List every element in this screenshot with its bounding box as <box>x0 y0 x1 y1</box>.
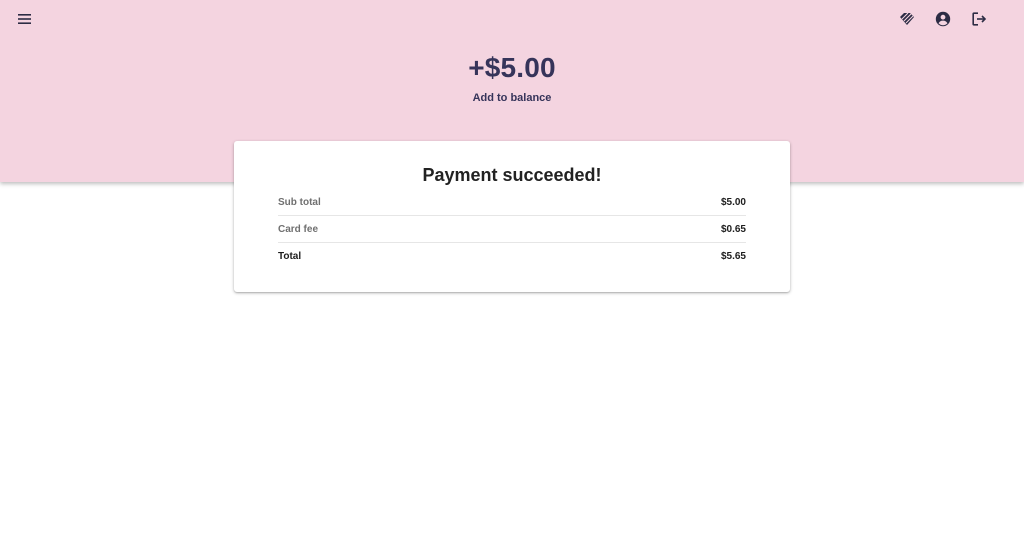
total-label: Total <box>278 251 302 262</box>
receipt-row-card-fee: Card fee $0.65 <box>278 216 746 243</box>
receipt-row-subtotal: Sub total $5.00 <box>278 189 746 216</box>
subtotal-label: Sub total <box>278 196 321 208</box>
account-circle-icon <box>935 11 951 27</box>
menu-button[interactable] <box>13 7 37 31</box>
card-fee-label: Card fee <box>278 223 319 235</box>
receipt-card: Payment succeeded! Sub total $5.00 Card … <box>234 141 790 292</box>
subtotal-value: $5.00 <box>720 196 746 208</box>
account-button[interactable] <box>931 7 955 31</box>
menu-icon <box>18 14 31 24</box>
diamond-icon <box>900 12 914 25</box>
receipt-row-total: Total $5.65 <box>278 243 746 270</box>
logout-button[interactable] <box>967 7 991 31</box>
payment-amount: +$5.00 <box>468 52 556 83</box>
total-value: $5.65 <box>720 251 746 262</box>
card-fee-value: $0.65 <box>720 223 746 235</box>
receipt-title: Payment succeeded! <box>422 165 602 185</box>
diamond-button[interactable] <box>895 7 919 31</box>
payment-description: Add to balance <box>472 92 552 104</box>
logout-icon <box>972 12 987 26</box>
receipt-rows: Sub total $5.00 Card fee $0.65 Total $5.… <box>278 189 746 270</box>
